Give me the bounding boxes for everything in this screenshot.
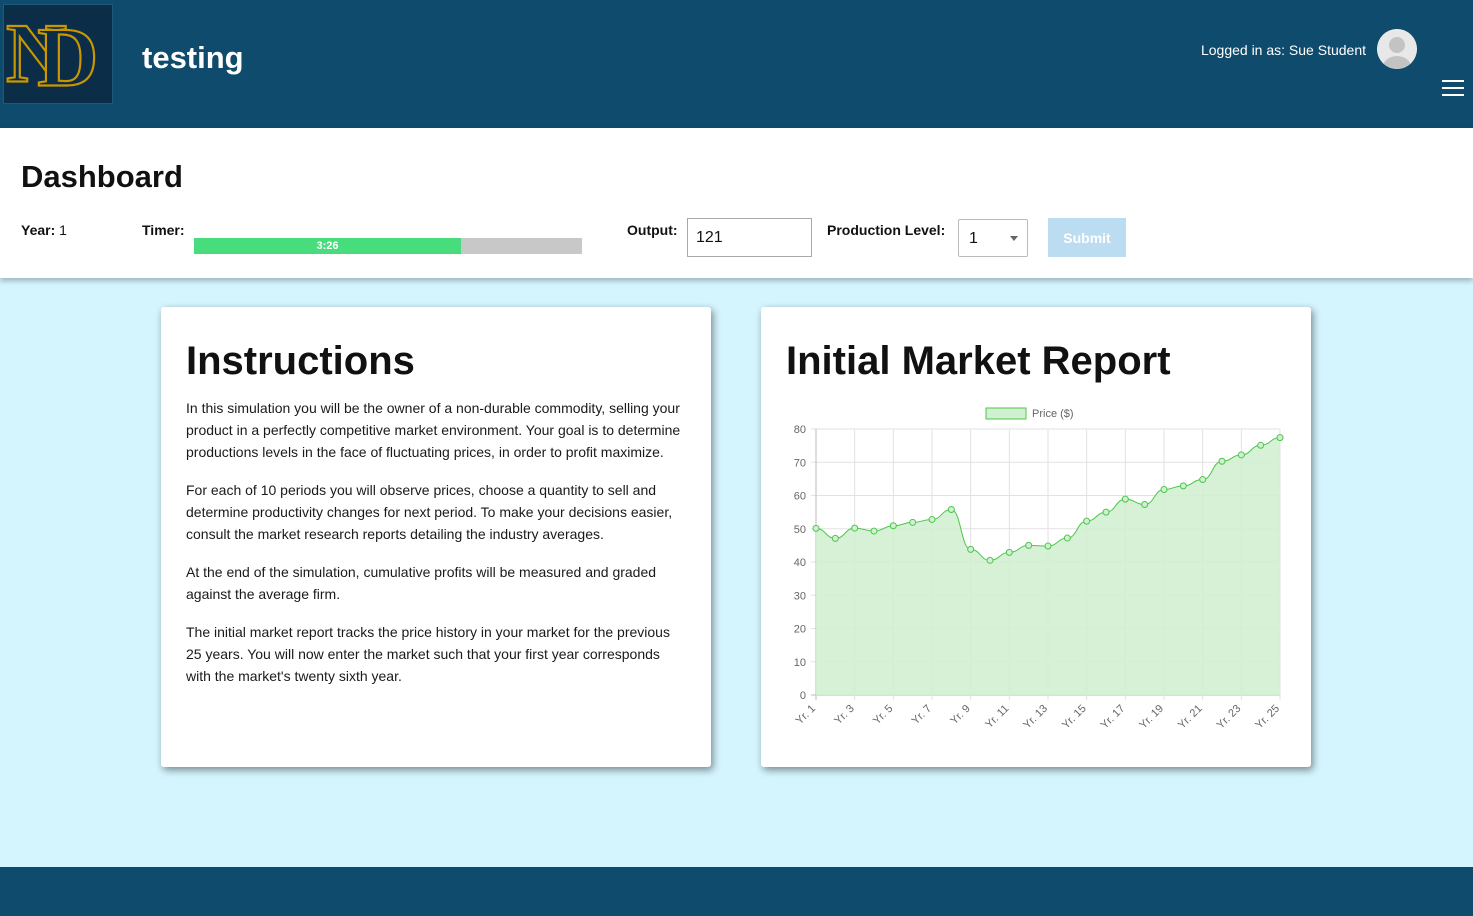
instructions-body: In this simulation you will be the owner… (186, 397, 686, 703)
price-point (1179, 482, 1187, 490)
price-point (909, 518, 917, 526)
logged-in-label: Logged in as: Sue Student (1200, 42, 1366, 58)
price-point (1083, 517, 1091, 525)
price-point (1218, 457, 1226, 465)
x-tick-label: Yr. 13 (1021, 703, 1050, 732)
price-point (870, 527, 878, 535)
instructions-paragraph: In this simulation you will be the owner… (186, 400, 681, 460)
price-point (967, 545, 975, 553)
user-avatar-icon[interactable] (1377, 29, 1417, 69)
x-tick-label: Yr. 9 (948, 703, 972, 727)
y-tick-label: 10 (794, 657, 806, 669)
top-navbar: N D testing Logged in as: Sue Student (0, 0, 1473, 128)
y-tick-label: 60 (794, 491, 806, 503)
x-tick-label: Yr. 19 (1137, 703, 1166, 732)
y-tick-label: 80 (794, 424, 806, 436)
hamburger-menu-icon[interactable] (1442, 80, 1464, 98)
price-point (1005, 548, 1013, 556)
y-tick-label: 0 (800, 690, 806, 702)
chevron-down-icon (1010, 236, 1018, 241)
instructions-card: Instructions In this simulation you will… (161, 307, 711, 767)
output-label: Output: (627, 222, 678, 238)
price-history-chart: Price ($) 0 10 20 30 40 50 60 70 80 Yr. 1 Yr. 3 Yr. … (794, 407, 1284, 732)
price-point (1199, 476, 1207, 484)
price-point (1160, 486, 1168, 494)
y-tick-label: 40 (794, 557, 806, 569)
timer-progress-fill: 3:26 (194, 238, 461, 254)
market-report-card: Initial Market Report Price ($) 0 10 20 30 40… (761, 307, 1311, 767)
y-tick-label: 20 (794, 624, 806, 636)
price-point (851, 524, 859, 532)
price-point (1141, 500, 1149, 508)
x-tick-label: Yr. 7 (910, 703, 934, 727)
y-tick-label: 50 (794, 524, 806, 536)
market-report-title: Initial Market Report (786, 339, 1171, 383)
price-point (1121, 495, 1129, 503)
x-tick-label: Yr. 17 (1099, 703, 1128, 732)
x-tick-label: Yr. 5 (871, 703, 895, 727)
price-point (947, 505, 955, 513)
page-title: Dashboard (21, 159, 183, 194)
year-label: Year: (21, 222, 56, 238)
dashboard-panel: Dashboard Year: 1 Timer: 3:26 Output: Pr… (0, 128, 1473, 278)
x-tick-label: Yr. 15 (1060, 703, 1089, 732)
instructions-paragraph: For each of 10 periods you will observe … (186, 482, 673, 542)
output-input[interactable] (687, 218, 812, 257)
price-point (1257, 441, 1265, 449)
instructions-paragraph: At the end of the simulation, cumulative… (186, 564, 657, 602)
timer-label: Timer: (142, 222, 185, 238)
production-level-select[interactable]: 1 (958, 219, 1028, 257)
y-tick-label: 70 (794, 457, 806, 469)
x-tick-label: Yr. 1 (794, 703, 818, 727)
svg-text:D: D (37, 11, 98, 103)
year-value: 1 (59, 222, 67, 238)
price-point (986, 556, 994, 564)
x-tick-label: Yr. 25 (1253, 703, 1282, 732)
app-title: testing (142, 40, 244, 75)
price-point (1044, 542, 1052, 550)
production-level-value: 1 (969, 230, 978, 247)
price-point (889, 522, 897, 530)
price-point (1237, 451, 1245, 459)
x-tick-label: Yr. 21 (1176, 703, 1205, 732)
x-tick-label: Yr. 11 (983, 703, 1011, 731)
price-point (831, 534, 839, 542)
timer-progress-bar: 3:26 (194, 238, 582, 254)
instructions-paragraph: The initial market report tracks the pri… (186, 624, 670, 684)
x-tick-label: Yr. 23 (1215, 703, 1244, 732)
price-point (928, 515, 936, 523)
price-point (1276, 434, 1284, 442)
legend-label: Price ($) (1032, 408, 1074, 420)
x-tick-label: Yr. 3 (832, 703, 856, 727)
price-point (1025, 541, 1033, 549)
notre-dame-logo[interactable]: N D (3, 4, 113, 105)
y-tick-label: 30 (794, 590, 806, 602)
price-point (1063, 534, 1071, 542)
instructions-title: Instructions (186, 339, 415, 383)
submit-button[interactable]: Submit (1048, 218, 1126, 257)
production-level-label: Production Level: (827, 222, 946, 238)
price-point (1102, 508, 1110, 516)
footer (0, 867, 1473, 916)
price-point (812, 524, 820, 532)
year-field: Year: 1 (21, 222, 67, 238)
legend-swatch (985, 407, 1027, 420)
